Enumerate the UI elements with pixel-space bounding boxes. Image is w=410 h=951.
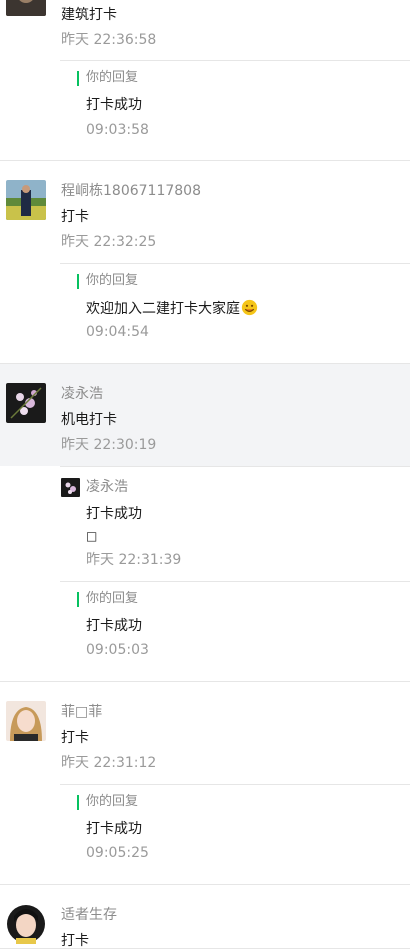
reply-time: 09:05:25: [86, 845, 149, 861]
avatar[interactable]: [6, 180, 46, 220]
divider: [60, 466, 410, 467]
sender-name[interactable]: 菲□菲: [61, 703, 102, 721]
sender-name[interactable]: 适者生存: [61, 906, 117, 924]
reply-label: 你的回复: [86, 273, 139, 288]
message-glyph: □: [86, 529, 98, 543]
divider: [0, 160, 410, 161]
avatar[interactable]: [6, 383, 46, 423]
divider: [60, 581, 410, 582]
message-text: 打卡: [61, 730, 89, 746]
message-time: 昨天 22:31:39: [86, 552, 182, 568]
reply-text-content: 欢迎加入二建打卡大家庭: [86, 301, 240, 317]
reply-indicator: [77, 274, 79, 289]
reply-text: 欢迎加入二建打卡大家庭: [86, 299, 258, 318]
reply-time: 09:05:03: [86, 642, 149, 658]
divider: [60, 263, 410, 264]
reply-time: 09:03:58: [86, 122, 149, 138]
message-text: 打卡: [61, 209, 89, 225]
smile-emoji-icon: [241, 299, 258, 316]
sender-name[interactable]: 凌永浩: [61, 385, 103, 403]
message-text: 打卡成功: [86, 506, 142, 522]
avatar[interactable]: [61, 478, 80, 497]
reply-time: 09:04:54: [86, 324, 149, 340]
reply-label: 你的回复: [86, 794, 139, 809]
avatar[interactable]: [6, 0, 46, 16]
message-time: 昨天 22:31:12: [61, 755, 157, 771]
divider: [0, 681, 410, 682]
reply-indicator: [77, 592, 79, 607]
sender-name[interactable]: 程峒栋18067117808: [61, 182, 201, 200]
reply-label: 你的回复: [86, 70, 139, 85]
reply-indicator: [77, 71, 79, 86]
divider: [60, 60, 410, 61]
message-text: 建筑打卡: [61, 7, 117, 23]
message-time: 昨天 22:36:58: [61, 32, 157, 48]
reply-label: 你的回复: [86, 591, 139, 606]
message-time: 昨天 22:30:19: [61, 437, 157, 453]
reply-text: 打卡成功: [86, 618, 142, 634]
message-time: 昨天 22:32:25: [61, 234, 157, 250]
avatar[interactable]: [6, 904, 46, 944]
sender-name[interactable]: 凌永浩: [86, 478, 128, 496]
divider: [60, 784, 410, 785]
reply-text: 打卡成功: [86, 97, 142, 113]
reply-indicator: [77, 795, 79, 810]
divider: [0, 884, 410, 885]
divider: [0, 948, 410, 949]
message-text: 机电打卡: [61, 412, 117, 428]
reply-text: 打卡成功: [86, 821, 142, 837]
avatar[interactable]: [6, 701, 46, 741]
